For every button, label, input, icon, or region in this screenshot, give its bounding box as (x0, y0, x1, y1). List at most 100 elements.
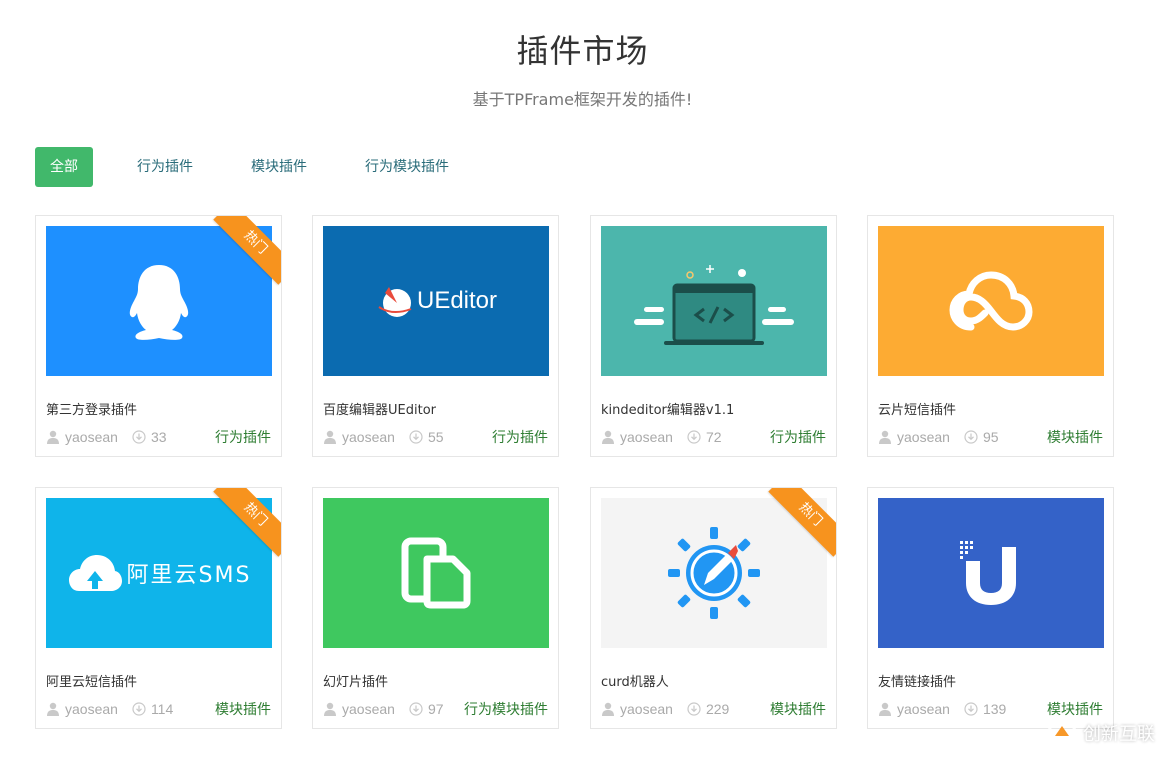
plugin-meta: yaosean 114 模块插件 (46, 699, 271, 719)
plugin-name[interactable]: 友情链接插件 (878, 671, 956, 690)
plugin-card[interactable]: 热门 curd机器人 yaosean 229 模块插件 (590, 487, 837, 729)
slides-icon (401, 537, 471, 609)
plugin-name[interactable]: kindeditor编辑器v1.1 (601, 399, 734, 418)
plugin-author: yaosean (46, 701, 118, 717)
plugin-author-name: yaosean (620, 701, 673, 717)
filter-tab-behavior[interactable]: 行为插件 (123, 147, 207, 187)
plugin-thumbnail[interactable] (601, 226, 827, 376)
plugin-author: yaosean (323, 429, 395, 445)
plugin-download-count: 95 (982, 429, 999, 445)
page-title: 插件市场 (516, 32, 649, 70)
plugin-category[interactable]: 行为插件 (770, 427, 826, 447)
plugin-thumbnail[interactable] (323, 498, 549, 648)
plugin-card[interactable]: 幻灯片插件 yaosean 97 行为模块插件 (312, 487, 559, 729)
aliyun-logo-text: 阿里云SMS (126, 563, 252, 588)
plugin-name[interactable]: 阿里云短信插件 (46, 671, 137, 690)
download-icon (687, 702, 701, 716)
plugin-card[interactable]: 热门 第三方登录插件 yaosean 33 行为插件 (35, 215, 282, 457)
plugin-card[interactable]: 友情链接插件 yaosean 139 模块插件 (867, 487, 1114, 729)
compass-pen-icon (668, 527, 760, 619)
plugin-thumbnail[interactable] (601, 498, 827, 648)
plugin-card[interactable]: kindeditor编辑器v1.1 yaosean 72 行为插件 (590, 215, 837, 457)
plugin-download-count: 97 (427, 701, 444, 717)
download-icon (964, 430, 978, 444)
plugin-name[interactable]: curd机器人 (601, 671, 669, 690)
user-icon (47, 702, 59, 716)
plugin-downloads: 95 (964, 429, 999, 445)
cloud-icon (949, 271, 1033, 331)
plugin-author-name: yaosean (342, 429, 395, 445)
category-filter-bar: 全部 行为插件 模块插件 行为模块插件 (35, 147, 493, 187)
watermark-text: 创新互联 (1083, 724, 1155, 745)
watermark: 创新互联 (1047, 718, 1155, 748)
u-logo-icon (960, 541, 1016, 605)
plugin-author-name: yaosean (342, 701, 395, 717)
code-window-icon (634, 265, 794, 345)
plugin-author: yaosean (601, 429, 673, 445)
user-icon (602, 430, 614, 444)
plugin-downloads: 114 (132, 701, 173, 717)
plugin-category[interactable]: 模块插件 (215, 699, 271, 719)
plugin-meta: yaosean 95 模块插件 (878, 427, 1103, 447)
plugin-author-name: yaosean (620, 429, 673, 445)
filter-tab-module[interactable]: 模块插件 (237, 147, 321, 187)
plugin-meta: yaosean 139 模块插件 (878, 699, 1103, 719)
plugin-thumbnail[interactable]: 阿里云SMS (46, 498, 272, 648)
plugin-category[interactable]: 行为插件 (215, 427, 271, 447)
download-icon (132, 702, 146, 716)
plugin-name[interactable]: 百度编辑器UEditor (323, 399, 436, 418)
plugin-category[interactable]: 行为插件 (492, 427, 548, 447)
plugin-thumbnail[interactable] (46, 226, 272, 376)
plugin-thumbnail[interactable] (878, 498, 1104, 648)
download-icon (409, 702, 423, 716)
plugin-download-count: 114 (150, 701, 174, 717)
download-icon (687, 430, 701, 444)
plugin-card[interactable]: UEditor 百度编辑器UEditor yaosean 55 行为插件 (312, 215, 559, 457)
plugin-thumbnail[interactable]: UEditor (323, 226, 549, 376)
plugin-meta: yaosean 97 行为模块插件 (323, 699, 548, 719)
user-icon (324, 430, 336, 444)
filter-tab-all[interactable]: 全部 (35, 147, 93, 187)
plugin-thumbnail[interactable] (878, 226, 1104, 376)
plugin-downloads: 229 (687, 701, 729, 717)
plugin-downloads: 97 (409, 701, 444, 717)
plugin-category[interactable]: 模块插件 (1047, 427, 1103, 447)
plugin-author: yaosean (46, 429, 118, 445)
plugin-downloads: 55 (409, 429, 444, 445)
plugin-meta: yaosean 229 模块插件 (601, 699, 826, 719)
aliyun-cloud-icon (68, 555, 122, 591)
plugin-card[interactable]: 阿里云SMS 热门 阿里云短信插件 yaosean 114 模块插件 (35, 487, 282, 729)
plugin-author-name: yaosean (897, 429, 950, 445)
plugin-category[interactable]: 模块插件 (1047, 699, 1103, 719)
user-icon (602, 702, 614, 716)
plugin-meta: yaosean 33 行为插件 (46, 427, 271, 447)
plugin-category[interactable]: 行为模块插件 (464, 699, 548, 719)
plugin-downloads: 72 (687, 429, 722, 445)
plugin-downloads: 139 (964, 701, 1006, 717)
plugin-author: yaosean (323, 701, 395, 717)
plugin-name[interactable]: 云片短信插件 (878, 399, 956, 418)
plugin-author: yaosean (601, 701, 673, 717)
plugin-download-count: 33 (150, 429, 167, 445)
plugin-card[interactable]: 云片短信插件 yaosean 95 模块插件 (867, 215, 1114, 457)
plugin-category[interactable]: 模块插件 (770, 699, 826, 719)
plugin-name[interactable]: 第三方登录插件 (46, 399, 137, 418)
plugin-name[interactable]: 幻灯片插件 (323, 671, 388, 690)
plugin-meta: yaosean 72 行为插件 (601, 427, 826, 447)
plugin-author: yaosean (878, 429, 950, 445)
download-icon (964, 702, 978, 716)
download-icon (132, 430, 146, 444)
plugin-author-name: yaosean (65, 701, 118, 717)
plugin-download-count: 139 (982, 701, 1007, 717)
user-icon (47, 430, 59, 444)
plugin-downloads: 33 (132, 429, 167, 445)
page-subtitle: 基于TPFrame框架开发的插件! (472, 90, 693, 109)
user-icon (324, 702, 336, 716)
filter-tab-behavior-module[interactable]: 行为模块插件 (351, 147, 463, 187)
ueditor-logo-text: UEditor (416, 287, 498, 314)
qq-penguin-icon (129, 265, 189, 340)
plugin-author-name: yaosean (897, 701, 950, 717)
plugin-download-count: 229 (705, 701, 730, 717)
plugin-download-count: 55 (427, 429, 444, 445)
plugin-download-count: 72 (705, 429, 722, 445)
